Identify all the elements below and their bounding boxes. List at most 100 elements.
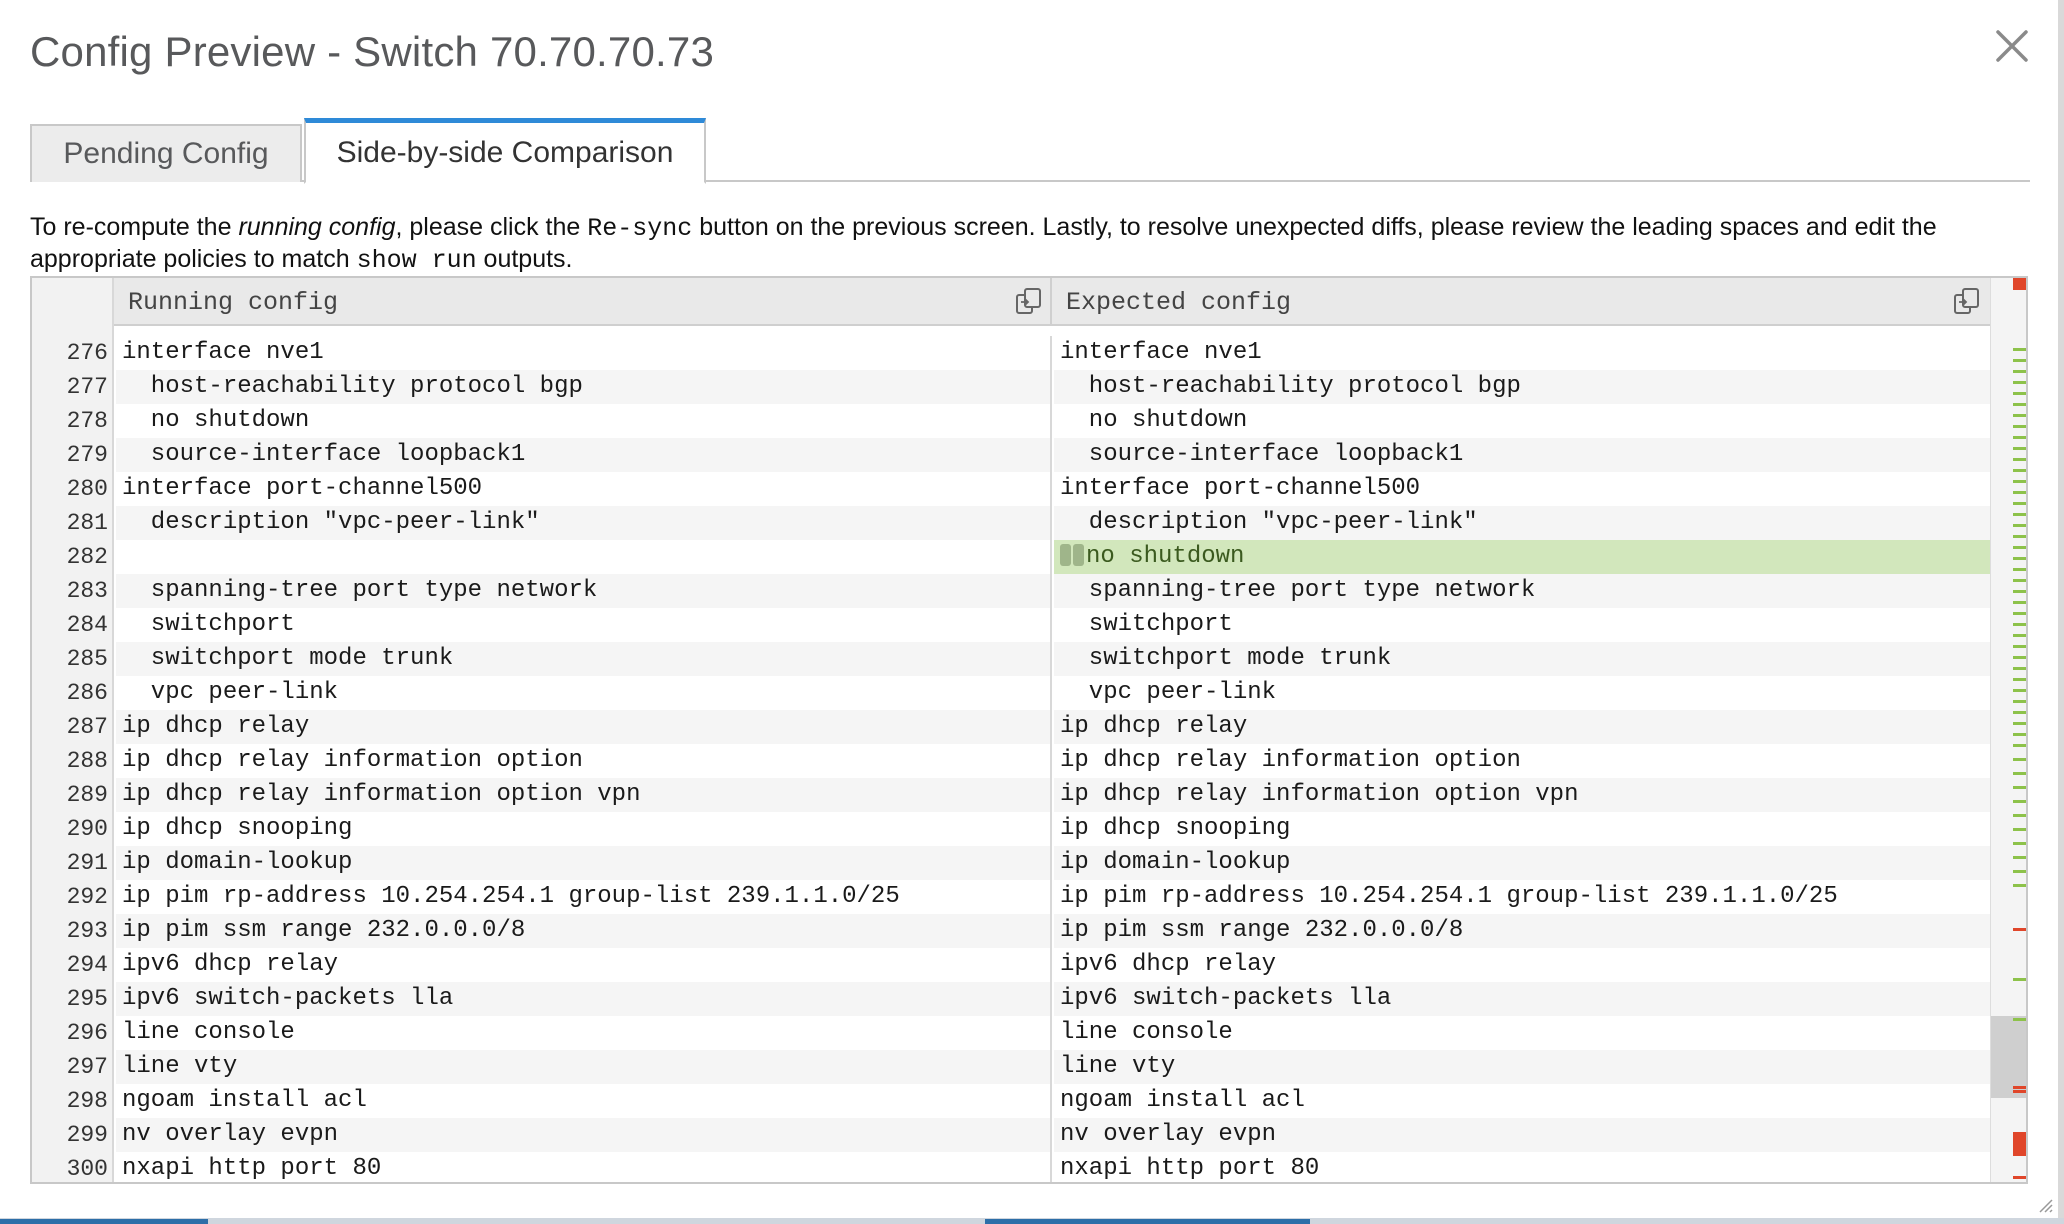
tab-pending-config[interactable]: Pending Config [30,124,302,182]
running-config-line: ip dhcp relay information option vpn [116,778,1052,812]
diff-overview-scrollbar[interactable] [1990,278,2026,1182]
diff-marker-green [2013,535,2026,538]
diff-marker-green [2013,842,2026,845]
diff-marker-green [2013,623,2026,626]
diff-marker-green [2013,722,2026,725]
diff-row: 288 ip dhcp relay information option ip dh… [32,744,1990,778]
diff-marker-green [2013,557,2026,560]
line-number: 289 [66,782,108,808]
note-text: To re-compute the [30,213,239,241]
partial-previous-row [32,326,1990,336]
running-config-line: ip dhcp relay information option [116,744,1052,778]
line-number: 299 [66,1122,108,1148]
diff-marker-red [2013,1090,2026,1093]
dialog-title: Config Preview - Switch 70.70.70.73 [30,28,715,75]
tab-side-by-side-comparison[interactable]: Side-by-side Comparison [304,118,706,184]
diff-row: 278 no shutdown no shutdown [32,404,1990,438]
diff-marker-green [2013,733,2026,736]
line-number: 282 [66,544,108,570]
diff-marker-green [2013,491,2026,494]
diff-marker-green [2013,568,2026,571]
underlying-page-strip [0,1218,2064,1224]
line-number: 290 [66,816,108,842]
expected-config-line: description "vpc-peer-link" [1054,506,1990,540]
diff-marker-green [2013,425,2026,428]
running-config-line: line console [116,1016,1052,1050]
diff-marker-green [2013,447,2026,450]
expected-config-line-added: no shutdown [1054,540,1990,574]
diff-marker-green [2013,359,2026,362]
expected-config-line: ip domain-lookup [1054,846,1990,880]
diff-row: 277 host-reachability protocol bgp host-… [32,370,1990,404]
diff-row: 298 ngoam install acl ngoam install acl [32,1084,1990,1118]
expected-config-line: ip dhcp relay information option vpn [1054,778,1990,812]
diff-marker-green [2013,436,2026,439]
diff-header: Running config Expected config [114,278,2020,326]
diff-marker-green [2013,689,2026,692]
diff-row: 280 interface port-channel500 interface po… [32,472,1990,506]
diff-row: 281 description "vpc-peer-link" descript… [32,506,1990,540]
expected-config-line: ip dhcp relay [1054,710,1990,744]
resize-grip-icon[interactable] [2036,1196,2054,1214]
running-config-line: ipv6 switch-packets lla [116,982,1052,1016]
running-config-line: no shutdown [116,404,1052,438]
line-number: 293 [66,918,108,944]
copy-icon[interactable] [1014,286,1044,316]
diff-row: 285 switchport mode trunk switchport mod… [32,642,1990,676]
diff-marker-green [2013,744,2026,747]
line-number: 276 [66,340,108,366]
running-config-line: ip pim ssm range 232.0.0.0/8 [116,914,1052,948]
diff-marker-green [2013,392,2026,395]
running-config-line: ip pim rp-address 10.254.254.1 group-lis… [116,880,1052,914]
line-number: 288 [66,748,108,774]
line-number: 280 [66,476,108,502]
running-config-line: source-interface loopback1 [116,438,1052,472]
line-number: 298 [66,1088,108,1114]
note-text: , please click the [395,213,588,241]
diff-marker-green [2013,381,2026,384]
diff-marker-green [2013,758,2026,761]
line-number: 297 [66,1054,108,1080]
running-config-line [116,540,1052,574]
diff-marker-green [2013,678,2026,681]
diff-marker-red [2013,1176,2026,1179]
diff-row: 299 nv overlay evpn nv overlay evpn [32,1118,1990,1152]
diff-row: 295 ipv6 switch-packets lla ipv6 switch-pa… [32,982,1990,1016]
diff-marker-green [2013,502,2026,505]
tab-bar: Pending Config Side-by-side Comparison [30,118,2030,184]
diff-row: 286 vpc peer-link vpc peer-link [32,676,1990,710]
diff-marker-green [2013,348,2026,351]
expected-config-line: switchport mode trunk [1054,642,1990,676]
line-number: 277 [66,374,108,400]
note-text: outputs. [476,245,573,273]
line-number: 278 [66,408,108,434]
expected-config-line: interface port-channel500 [1060,475,1421,502]
diff-marker-green [2013,645,2026,648]
diff-row: 290 ip dhcp snooping ip dhcp snooping [32,812,1990,846]
diff-marker-red [2013,1153,2026,1156]
running-config-line: switchport [116,608,1052,642]
line-number: 292 [66,884,108,910]
close-icon[interactable] [1990,24,2034,68]
line-number: 281 [66,510,108,536]
diff-marker-green [2013,469,2026,472]
diff-row: 276 interface nve1 interface nve1 [32,336,1990,370]
diff-marker-green [2013,370,2026,373]
diff-marker-green [2013,711,2026,714]
diff-marker-green [2013,667,2026,670]
expected-config-line: ip dhcp relay information option [1060,747,1521,774]
diff-marker-green [2013,978,2026,981]
copy-icon[interactable] [1952,286,1982,316]
diff-row: 297 line vty line vty [32,1050,1990,1084]
expected-config-line: switchport [1060,611,1233,638]
running-config-header: Running config [114,278,1052,326]
resync-instructions: To re-compute the running config, please… [30,212,2040,276]
diff-marker-green [2013,634,2026,637]
diff-marker-green [2013,1018,2026,1021]
expected-config-line: ip pim ssm range 232.0.0.0/8 [1054,914,1990,948]
diff-marker-green [2013,601,2026,604]
diff-marker-green [2013,579,2026,582]
diff-marker-green [2013,772,2026,775]
running-config-label: Running config [128,287,339,317]
diff-row: 287 ip dhcp relay ip dhcp relay [32,710,1990,744]
